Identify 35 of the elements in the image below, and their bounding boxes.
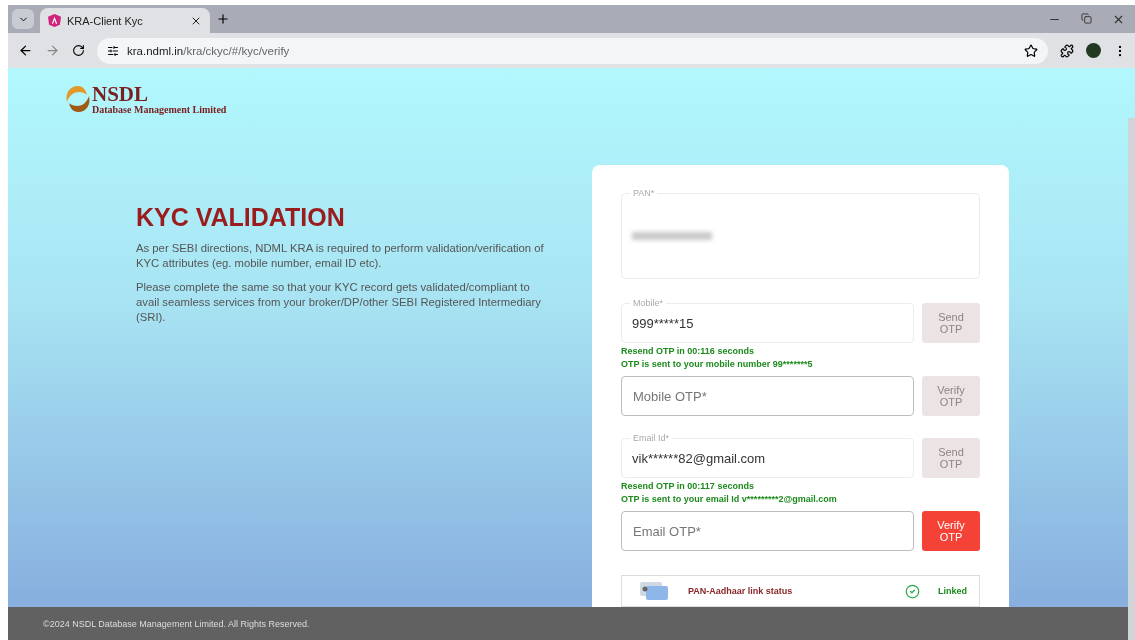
otp-input-field[interactable]: Mobile OTP* <box>621 376 914 416</box>
status-message: OTP is sent to your email Id v*********2@gmail.com <box>621 494 838 504</box>
id-cards-icon <box>640 581 670 601</box>
extensions-icon[interactable] <box>1060 43 1074 58</box>
site-settings-icon[interactable] <box>107 44 119 57</box>
page-heading: KYC VALIDATION <box>136 203 346 232</box>
new-tab-icon[interactable] <box>216 12 230 26</box>
bookmark-icon[interactable] <box>1024 43 1038 58</box>
logo-subtitle: Database Management Limited <box>92 104 227 115</box>
field-label: Mobile* <box>630 298 666 308</box>
logo-name: NSDL <box>92 83 150 105</box>
status-message: Resend OTP in 00:116 seconds <box>621 346 755 356</box>
otp-input-field[interactable]: Email OTP* <box>621 511 914 551</box>
verify-otp-button[interactable]: Verify OTP <box>922 511 980 551</box>
status-message: OTP is sent to your mobile number 99*******5 <box>621 359 814 369</box>
site-icon <box>48 14 61 27</box>
status-value: Linked <box>938 586 967 596</box>
intro-paragraph: As per SEBI directions, NDML KRA is required to perform validation/verification of KYC attributes (eg. mobile number, email ID etc). <box>136 241 545 271</box>
swirl-logo-icon <box>64 84 92 114</box>
back-icon[interactable] <box>18 43 33 58</box>
status-message: Resend OTP in 00:117 seconds <box>621 481 755 491</box>
url-text: kra.ndml.in/kra/ckyc/#/kyc/verify <box>127 44 290 57</box>
address-bar[interactable]: kra.ndml.in/kra/ckyc/#/kyc/verify <box>97 37 1048 64</box>
footer-text: ©2024 NSDL Database Management Limited. All Rights Reserved. <box>43 618 310 629</box>
status-label: PAN-Aadhaar link status <box>688 586 794 596</box>
field-label: Email Id* <box>630 433 672 443</box>
profile-avatar[interactable] <box>1086 43 1101 58</box>
field-label: PAN* <box>630 188 658 198</box>
browser-tab[interactable]: KRA-Client Kyc <box>40 8 210 33</box>
restore-icon[interactable] <box>1081 12 1092 24</box>
field-value: vik******82@gmail.com <box>632 450 766 466</box>
reload-icon[interactable] <box>72 44 85 57</box>
forward-icon[interactable] <box>45 43 60 58</box>
field-value: 999*****15 <box>632 315 694 331</box>
intro-paragraph: Please complete the same so that your KYC record gets validated/compliant to avail seamless services from your broker/DP/other SEBI Registered Intermediary (SRI). <box>136 280 542 325</box>
